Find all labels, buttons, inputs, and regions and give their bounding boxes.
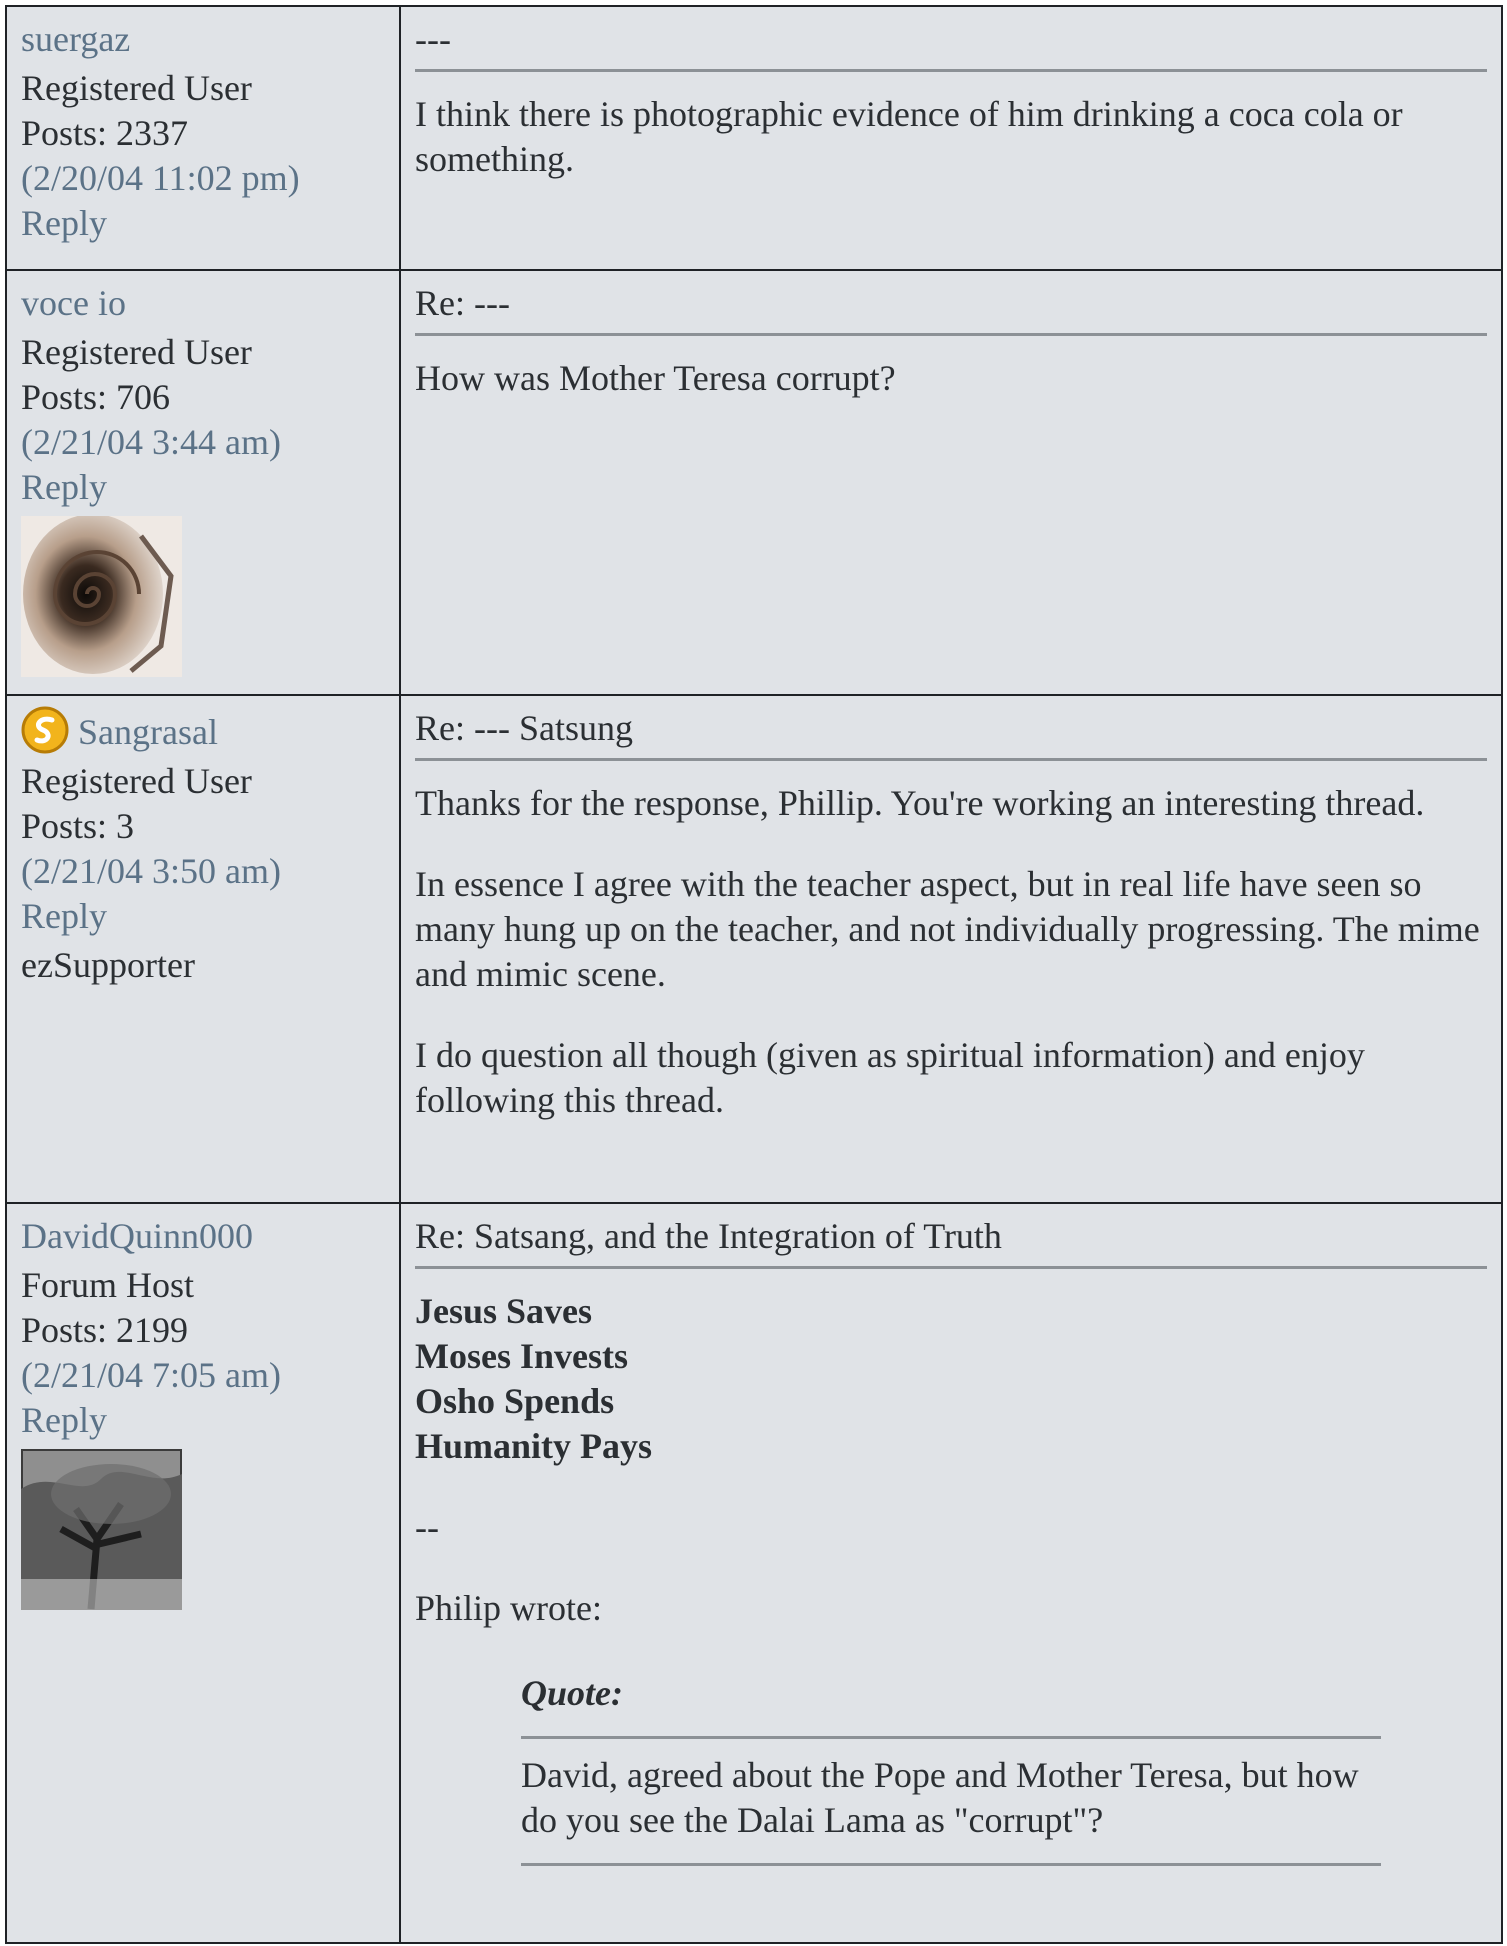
post-author-cell: Sangrasal Registered User Posts: 3 (2/21… (5, 694, 401, 1204)
post-subject: Re: --- (415, 283, 510, 323)
subject-divider (415, 333, 1487, 336)
quote-divider-bottom (521, 1863, 1381, 1866)
subject-divider (415, 758, 1487, 761)
supporter-label: ezSupporter (21, 945, 195, 985)
user-role: Registered User (21, 761, 252, 801)
reply-link[interactable]: Reply (21, 465, 385, 510)
post-row: voce io Registered User Posts: 706 (2/21… (5, 269, 1503, 696)
username-link[interactable]: suergaz (21, 17, 385, 62)
bold-line: Humanity Pays (415, 1426, 653, 1466)
signature-lines: Jesus Saves Moses Invests Osho Spends Hu… (415, 1289, 1487, 1469)
post-author-cell: DavidQuinn000 Forum Host Posts: 2199 (2/… (5, 1202, 401, 1944)
post-row: suergaz Registered User Posts: 2337 (2/2… (5, 5, 1503, 271)
post-author-cell: suergaz Registered User Posts: 2337 (2/2… (5, 5, 401, 271)
post-author-cell: voce io Registered User Posts: 706 (2/21… (5, 269, 401, 696)
post-date-link[interactable]: (2/21/04 7:05 am) (21, 1353, 385, 1398)
post-count: Posts: 706 (21, 377, 171, 417)
reply-link[interactable]: Reply (21, 1398, 385, 1443)
username-link[interactable]: voce io (21, 281, 385, 326)
bold-line: Moses Invests (415, 1336, 628, 1376)
bold-line: Jesus Saves (415, 1291, 593, 1331)
quote-block: Quote: David, agreed about the Pope and … (521, 1671, 1381, 1866)
post-row: Sangrasal Registered User Posts: 3 (2/21… (5, 694, 1503, 1204)
bold-line: Osho Spends (415, 1381, 615, 1421)
subject-divider (415, 69, 1487, 72)
user-role: Registered User (21, 332, 252, 372)
post-count: Posts: 3 (21, 806, 135, 846)
reply-link[interactable]: Reply (21, 201, 385, 246)
post-subject: --- (415, 19, 451, 59)
quote-title: Quote: (521, 1673, 623, 1713)
post-body-paragraph: Thanks for the response, Phillip. You're… (415, 783, 1425, 823)
ezsupporter-badge-icon (21, 706, 69, 754)
post-content-cell: Re: --- How was Mother Teresa corrupt? (399, 269, 1503, 696)
quote-text: David, agreed about the Pope and Mother … (521, 1755, 1359, 1840)
post-count: Posts: 2199 (21, 1310, 189, 1350)
forum-thread-table: suergaz Registered User Posts: 2337 (2/2… (5, 5, 1503, 1944)
separator-text: -- (415, 1507, 439, 1547)
post-body-paragraph: How was Mother Teresa corrupt? (415, 358, 896, 398)
post-subject: Re: --- Satsung (415, 708, 633, 748)
post-date-link[interactable]: (2/20/04 11:02 pm) (21, 156, 385, 201)
username-link[interactable]: DavidQuinn000 (21, 1214, 385, 1259)
subject-divider (415, 1266, 1487, 1269)
post-date-link[interactable]: (2/21/04 3:44 am) (21, 420, 385, 465)
username-link[interactable]: Sangrasal (78, 712, 218, 752)
post-content-cell: Re: Satsang, and the Integration of Trut… (399, 1202, 1503, 1944)
post-content-cell: --- I think there is photographic eviden… (399, 5, 1503, 271)
post-body-paragraph: I think there is photographic evidence o… (415, 94, 1403, 179)
wrote-text: Philip wrote: (415, 1588, 602, 1628)
post-content-cell: Re: --- Satsung Thanks for the response,… (399, 694, 1503, 1204)
post-body-paragraph: I do question all though (given as spiri… (415, 1035, 1365, 1120)
post-count: Posts: 2337 (21, 113, 189, 153)
post-row: DavidQuinn000 Forum Host Posts: 2199 (2/… (5, 1202, 1503, 1944)
user-role: Registered User (21, 68, 252, 108)
avatar-spiral-staircase (21, 516, 182, 677)
quote-divider-top (521, 1736, 1381, 1739)
avatar-tree (21, 1449, 182, 1610)
reply-link[interactable]: Reply (21, 894, 385, 939)
post-date-link[interactable]: (2/21/04 3:50 am) (21, 849, 385, 894)
user-role: Forum Host (21, 1265, 195, 1305)
post-body-paragraph: In essence I agree with the teacher aspe… (415, 864, 1480, 994)
post-subject: Re: Satsang, and the Integration of Trut… (415, 1216, 1002, 1256)
username-block: Sangrasal (21, 706, 385, 755)
